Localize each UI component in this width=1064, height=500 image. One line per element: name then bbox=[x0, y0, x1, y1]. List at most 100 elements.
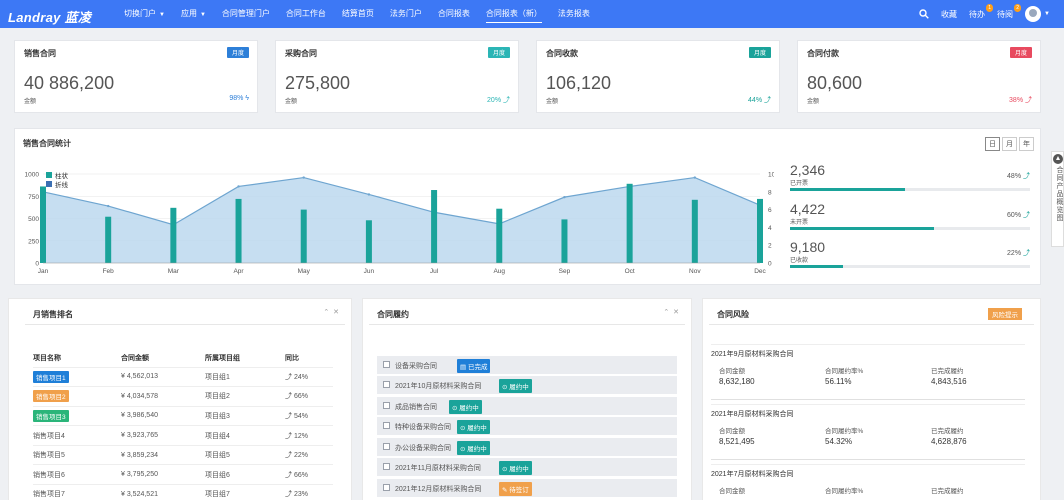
project-name[interactable]: 销售项目6 bbox=[33, 464, 121, 486]
group-cell: 项目组7 bbox=[205, 484, 285, 500]
amount-cell: ¥ 4,034,578 bbox=[121, 386, 205, 407]
bar-mark bbox=[365, 220, 372, 263]
panel-header: 合同履约 ⌃ ✕ bbox=[369, 299, 685, 325]
range-month-button[interactable]: 月 bbox=[1002, 137, 1017, 151]
list-item[interactable]: 成品销售合同 ⊙ 履约中 bbox=[377, 397, 677, 415]
nav-menu: 切换门户 ▼ 应用 ▼ 合同管理门户 合同工作台 结算首页 法务门户 合同报表 合同… bbox=[124, 0, 606, 28]
table-row[interactable]: 销售项目6 ¥ 3,795,250 项目组6 ⤴ 66% bbox=[33, 464, 333, 486]
nav-item-switch-portal[interactable]: 切换门户 ▼ bbox=[124, 0, 165, 28]
row-checkbox[interactable] bbox=[383, 361, 390, 368]
kpi-title: 合同收款 bbox=[546, 49, 578, 58]
arrow-up-icon: ⤴ bbox=[285, 373, 292, 381]
list-item[interactable]: 办公设备采购合同 ⊙ 履约中 bbox=[377, 438, 677, 456]
project-name[interactable]: 销售项目7 bbox=[33, 484, 121, 500]
contract-name[interactable]: 2021年12月原材料采购合同 bbox=[395, 484, 481, 494]
row-checkbox[interactable] bbox=[383, 422, 390, 429]
stat-value: 9,180 bbox=[790, 239, 826, 255]
x-tick-label: Aug bbox=[493, 268, 505, 275]
nav-item-contract-portal[interactable]: 合同管理门户 bbox=[222, 0, 270, 28]
contract-name[interactable]: 设备采购合同 bbox=[395, 361, 437, 371]
project-name[interactable]: 销售项目1 bbox=[33, 370, 69, 383]
brand-logo[interactable]: Landray 蓝凌 bbox=[8, 7, 91, 26]
risk-item[interactable]: 2021年9月原材料采购合同 合同金额 合同履约率% 已完成履约 8,632,1… bbox=[711, 344, 1025, 400]
project-name[interactable]: 销售项目2 bbox=[33, 390, 69, 403]
list-item[interactable]: 2021年11月原材料采购合同 ⊙ 履约中 bbox=[377, 458, 677, 476]
progress-bar bbox=[790, 188, 1030, 191]
range-day-button[interactable]: 日 bbox=[985, 137, 1000, 151]
collapse-icon[interactable]: ⌃ bbox=[323, 309, 329, 316]
nav-item-contract-report-new[interactable]: 合同报表（新） bbox=[485, 0, 542, 28]
close-icon[interactable]: ✕ bbox=[333, 309, 339, 316]
project-name[interactable]: 销售项目5 bbox=[33, 445, 121, 466]
bar-mark bbox=[235, 198, 242, 263]
risk-label: 合同金额 bbox=[719, 368, 745, 375]
risk-item[interactable]: 2021年7月原材料采购合同 合同金额 合同履约率% 已完成履约 bbox=[711, 464, 1025, 500]
todo-link[interactable]: 待办 1 bbox=[969, 3, 994, 20]
table-row[interactable]: 销售项目7 ¥ 3,524,521 项目组7 ⤴ 23% bbox=[33, 484, 333, 500]
y-right-tick-label: 8 bbox=[768, 189, 772, 196]
kpi-sub-label: 金额 bbox=[24, 99, 37, 105]
kpi-title: 采购合同 bbox=[285, 49, 317, 58]
kpi-period-tag[interactable]: 月度 bbox=[487, 47, 510, 58]
row-checkbox[interactable] bbox=[383, 463, 390, 470]
bar-mark bbox=[626, 183, 633, 263]
x-tick-label: Dec bbox=[754, 268, 766, 275]
row-checkbox[interactable] bbox=[383, 381, 390, 388]
favorites-link[interactable]: 收藏 bbox=[941, 9, 957, 20]
table-row[interactable]: 销售项目5 ¥ 3,859,234 项目组5 ⤴ 22% bbox=[33, 445, 333, 466]
collapse-icon[interactable]: ⌃ bbox=[663, 309, 669, 316]
avatar[interactable] bbox=[1025, 6, 1042, 22]
risk-label: 已完成履约 bbox=[931, 368, 964, 375]
kpi-period-tag[interactable]: 月度 bbox=[1009, 47, 1032, 58]
list-item[interactable]: 2021年12月原材料采购合同 ✎ 待签订 bbox=[377, 479, 677, 497]
table-row[interactable]: 销售项目4 ¥ 3,923,765 项目组4 ⤴ 12% bbox=[33, 425, 333, 446]
risk-item[interactable]: 2021年8月原材料采购合同 合同金额 合同履约率% 已完成履约 8,521,4… bbox=[711, 404, 1025, 460]
status-badge: ⊙ 履约中 bbox=[499, 379, 532, 393]
nav-item-contract-report[interactable]: 合同报表 bbox=[438, 0, 470, 28]
project-name[interactable]: 销售项目4 bbox=[33, 425, 121, 446]
row-checkbox[interactable] bbox=[383, 443, 390, 450]
kpi-percent: 20% ⤴ bbox=[487, 97, 510, 104]
contract-name[interactable]: 成品销售合同 bbox=[395, 402, 437, 412]
x-tick-label: Feb bbox=[103, 268, 115, 275]
status-badge: ▤ 已完成 bbox=[457, 359, 491, 373]
row-checkbox[interactable] bbox=[383, 484, 390, 491]
contract-name[interactable]: 办公设备采购合同 bbox=[395, 443, 451, 453]
list-item[interactable]: 2021年10月原材料采购合同 ⊙ 履约中 bbox=[377, 376, 677, 394]
stat-label: 已收款 bbox=[790, 258, 809, 264]
nav-item-legal-portal[interactable]: 法务门户 bbox=[390, 0, 422, 28]
nav-item-contract-workbench[interactable]: 合同工作台 bbox=[286, 0, 326, 28]
yoy-cell: ⤴ 12% bbox=[285, 425, 333, 446]
kpi-period-tag[interactable]: 月度 bbox=[748, 47, 771, 58]
progress-icon: ⊙ bbox=[452, 405, 458, 412]
project-name[interactable]: 销售项目3 bbox=[33, 409, 69, 422]
nav-item-apps[interactable]: 应用 ▼ bbox=[181, 0, 206, 28]
table-row[interactable]: 销售项目1 ¥ 4,562,013 项目组1 ⤴ 24% bbox=[33, 367, 333, 388]
list-item[interactable]: 特种设备采购合同 ⊙ 履约中 bbox=[377, 417, 677, 435]
table-row[interactable]: 销售项目2 ¥ 4,034,578 项目组2 ⤴ 66% bbox=[33, 386, 333, 407]
product-overview-float-tab[interactable]: 合同产品概览图 bbox=[1051, 151, 1064, 247]
contract-name[interactable]: 2021年11月原材料采购合同 bbox=[395, 463, 481, 473]
search-icon[interactable] bbox=[919, 9, 929, 19]
list-item[interactable]: 设备采购合同 ▤ 已完成 bbox=[377, 356, 677, 374]
contract-name[interactable]: 特种设备采购合同 bbox=[395, 422, 451, 432]
kpi-period-tag[interactable]: 月度 bbox=[226, 47, 249, 58]
toread-link[interactable]: 待阅 2 bbox=[997, 3, 1022, 20]
nav-item-settlement-home[interactable]: 结算首页 bbox=[342, 0, 374, 28]
group-cell: 项目组4 bbox=[205, 425, 285, 446]
area-point bbox=[106, 204, 110, 208]
kpi-card-payments: 合同付款 月度 80,600 金额 38% ⤴ bbox=[797, 40, 1041, 113]
table-row[interactable]: 销售项目3 ¥ 3,986,540 项目组3 ⤴ 54% bbox=[33, 406, 333, 427]
range-year-button[interactable]: 年 bbox=[1019, 137, 1034, 151]
nav-item-legal-report[interactable]: 法务报表 bbox=[558, 0, 590, 28]
amount-cell: ¥ 3,859,234 bbox=[121, 445, 205, 466]
contract-name[interactable]: 2021年10月原材料采购合同 bbox=[395, 381, 481, 391]
row-checkbox[interactable] bbox=[383, 402, 390, 409]
x-tick-label: Jan bbox=[38, 268, 49, 275]
risk-value: 8,632,180 bbox=[719, 377, 755, 386]
chevron-down-icon[interactable]: ▼ bbox=[1044, 11, 1050, 17]
y-right-tick-label: 4 bbox=[768, 225, 772, 232]
progress-icon: ⊙ bbox=[502, 466, 508, 473]
close-icon[interactable]: ✕ bbox=[673, 309, 679, 316]
risk-alert-badge[interactable]: 风险提示 bbox=[988, 308, 1022, 320]
